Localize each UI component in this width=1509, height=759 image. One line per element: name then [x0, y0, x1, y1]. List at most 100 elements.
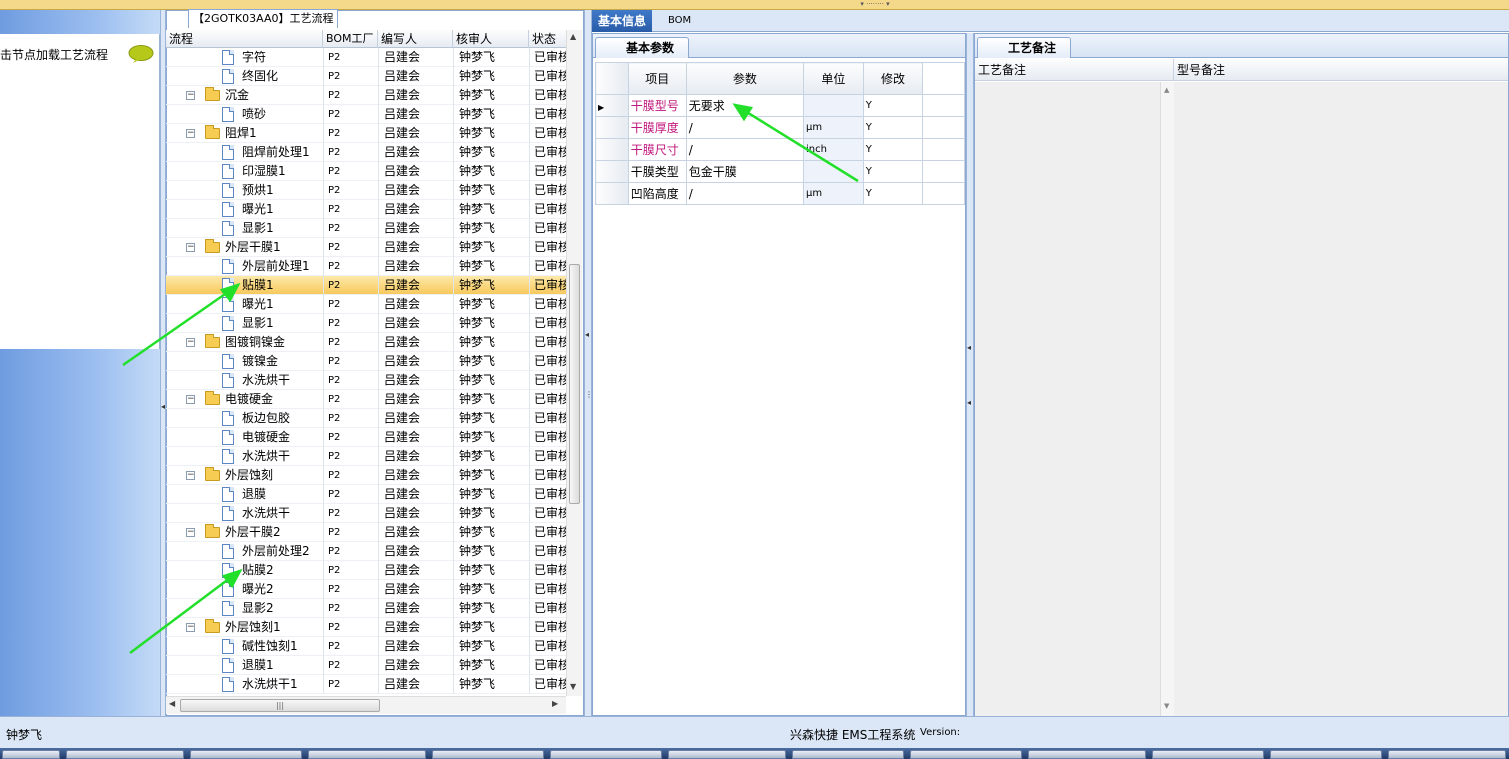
tree-row[interactable]: 水洗烘干1 P2 吕建会 钟梦飞 已审核 [166, 675, 566, 694]
modify-cell[interactable]: Y [862, 94, 924, 117]
taskbar-button[interactable] [1388, 750, 1506, 759]
row-selector[interactable] [595, 160, 629, 183]
item-cell[interactable]: 干膜型号 [627, 94, 687, 117]
param-cell[interactable]: / [685, 182, 805, 205]
taskbar-button[interactable] [668, 750, 786, 759]
tab-basic-params[interactable]: 基本参数 [595, 37, 690, 58]
tree-row[interactable]: 预烘1 P2 吕建会 钟梦飞 已审核 [166, 181, 566, 200]
unit-cell[interactable] [803, 160, 864, 183]
col-header-author[interactable]: 编写人 [378, 30, 453, 48]
tree-row[interactable]: − 沉金 P2 吕建会 钟梦飞 已审核 [166, 86, 566, 105]
unit-cell[interactable]: μm [803, 182, 864, 205]
scroll-up-icon[interactable]: ▲ [570, 32, 576, 41]
collapse-node-icon[interactable]: − [186, 338, 195, 347]
tree-row[interactable]: 阻焊前处理1 P2 吕建会 钟梦飞 已审核 [166, 143, 566, 162]
item-cell[interactable]: 干膜尺寸 [627, 138, 687, 161]
tab-bom[interactable]: BOM [662, 10, 697, 32]
tab-basic-info[interactable]: 基本信息 [592, 10, 653, 32]
param-row[interactable]: 干膜类型 包金干膜 Y [595, 160, 965, 183]
param-row[interactable]: ▶ 干膜型号 无要求 Y [595, 94, 965, 117]
param-cell[interactable]: 无要求 [685, 94, 805, 117]
tree-row[interactable]: 贴膜2 P2 吕建会 钟梦飞 已审核 [166, 561, 566, 580]
process-note-scrollbar[interactable]: ▲ ▼ [1160, 82, 1174, 716]
col-header-item[interactable]: 项目 [627, 62, 687, 95]
right-splitter[interactable]: ◂ ◂ [966, 33, 974, 716]
param-cell[interactable]: 包金干膜 [685, 160, 805, 183]
tree-row[interactable]: 贴膜1 P2 吕建会 钟梦飞 已审核 [166, 276, 566, 295]
taskbar-button[interactable] [910, 750, 1022, 759]
tree-row[interactable]: 终固化 P2 吕建会 钟梦飞 已审核 [166, 67, 566, 86]
tree-row[interactable]: − 外层干膜2 P2 吕建会 钟梦飞 已审核 [166, 523, 566, 542]
modify-cell[interactable]: Y [862, 116, 924, 139]
hscroll-thumb[interactable]: ||| [180, 699, 380, 712]
modify-cell[interactable]: Y [862, 182, 924, 205]
tree-row[interactable]: 板边包胶 P2 吕建会 钟梦飞 已审核 [166, 409, 566, 428]
tree-row[interactable]: 字符 P2 吕建会 钟梦飞 已审核 [166, 48, 566, 67]
param-row[interactable]: 干膜厚度 / μm Y [595, 116, 965, 139]
taskbar-button[interactable] [1152, 750, 1264, 759]
collapse-left-icon[interactable]: ◂ [161, 402, 165, 411]
scroll-thumb[interactable] [569, 264, 580, 504]
col-header-reviewer[interactable]: 核审人 [453, 30, 529, 48]
tree-row[interactable]: 退膜 P2 吕建会 钟梦飞 已审核 [166, 485, 566, 504]
process-note-textarea[interactable] [975, 82, 1174, 716]
tree-row[interactable]: 镀镍金 P2 吕建会 钟梦飞 已审核 [166, 352, 566, 371]
tree-row[interactable]: 外层前处理2 P2 吕建会 钟梦飞 已审核 [166, 542, 566, 561]
taskbar-button[interactable] [66, 750, 184, 759]
tree-row[interactable]: − 阻焊1 P2 吕建会 钟梦飞 已审核 [166, 124, 566, 143]
scroll-down-icon[interactable]: ▼ [570, 682, 576, 691]
model-note-textarea[interactable] [1174, 82, 1508, 716]
tree-row[interactable]: 水洗烘干 P2 吕建会 钟梦飞 已审核 [166, 504, 566, 523]
collapse-node-icon[interactable]: − [186, 623, 195, 632]
tree-horizontal-scrollbar[interactable]: ◀ ||| ▶ [166, 696, 566, 714]
item-cell[interactable]: 凹陷高度 [627, 182, 687, 205]
tree-row[interactable]: 碱性蚀刻1 P2 吕建会 钟梦飞 已审核 [166, 637, 566, 656]
taskbar-button[interactable] [308, 750, 426, 759]
item-cell[interactable]: 干膜类型 [627, 160, 687, 183]
taskbar-button[interactable] [190, 750, 302, 759]
tree-row[interactable]: 水洗烘干 P2 吕建会 钟梦飞 已审核 [166, 447, 566, 466]
tree-row[interactable]: 电镀硬金 P2 吕建会 钟梦飞 已审核 [166, 428, 566, 447]
unit-cell[interactable]: inch [803, 138, 864, 161]
tab-process-notes[interactable]: 工艺备注 [977, 37, 1072, 58]
tree-row[interactable]: 曝光1 P2 吕建会 钟梦飞 已审核 [166, 295, 566, 314]
row-selector[interactable]: ▶ [595, 94, 629, 117]
row-selector[interactable] [595, 138, 629, 161]
middle-splitter[interactable]: ◂ ⋮ [584, 10, 593, 716]
row-selector[interactable] [595, 116, 629, 139]
col-header-modify[interactable]: 修改 [862, 62, 924, 95]
tree-row[interactable]: − 外层蚀刻 P2 吕建会 钟梦飞 已审核 [166, 466, 566, 485]
collapse-node-icon[interactable]: − [186, 129, 195, 138]
tree-row[interactable]: 印湿膜1 P2 吕建会 钟梦飞 已审核 [166, 162, 566, 181]
scroll-left-icon[interactable]: ◀ [169, 699, 175, 708]
col-header-param[interactable]: 参数 [685, 62, 805, 95]
tree-row[interactable]: 退膜1 P2 吕建会 钟梦飞 已审核 [166, 656, 566, 675]
param-cell[interactable]: / [685, 116, 805, 139]
collapse-right-icon[interactable]: ◂ [967, 343, 971, 352]
unit-cell[interactable]: μm [803, 116, 864, 139]
param-cell[interactable]: / [685, 138, 805, 161]
col-header-bom[interactable]: BOM工厂 [323, 30, 378, 48]
scroll-up-icon[interactable]: ▲ [1164, 86, 1169, 94]
expand-right-icon[interactable]: ◂ [967, 398, 971, 407]
row-selector[interactable] [595, 182, 629, 205]
tree-row[interactable]: − 电镀硬金 P2 吕建会 钟梦飞 已审核 [166, 390, 566, 409]
unit-cell[interactable] [803, 94, 864, 117]
tree-row[interactable]: − 外层蚀刻1 P2 吕建会 钟梦飞 已审核 [166, 618, 566, 637]
taskbar-button[interactable] [432, 750, 544, 759]
taskbar-button[interactable] [1028, 750, 1146, 759]
param-row[interactable]: 凹陷高度 / μm Y [595, 182, 965, 205]
tree-row[interactable]: 喷砂 P2 吕建会 钟梦飞 已审核 [166, 105, 566, 124]
collapse-node-icon[interactable]: − [186, 243, 195, 252]
tree-row[interactable]: − 图镀铜镍金 P2 吕建会 钟梦飞 已审核 [166, 333, 566, 352]
taskbar-button[interactable] [2, 750, 60, 759]
scroll-right-icon[interactable]: ▶ [552, 699, 558, 708]
modify-cell[interactable]: Y [862, 138, 924, 161]
col-header-unit[interactable]: 单位 [803, 62, 864, 95]
speech-bubble-icon[interactable] [128, 45, 154, 63]
tree-row[interactable]: − 外层干膜1 P2 吕建会 钟梦飞 已审核 [166, 238, 566, 257]
tree-row[interactable]: 外层前处理1 P2 吕建会 钟梦飞 已审核 [166, 257, 566, 276]
scroll-down-icon[interactable]: ▼ [1164, 702, 1169, 710]
modify-cell[interactable]: Y [862, 160, 924, 183]
taskbar-button[interactable] [792, 750, 904, 759]
